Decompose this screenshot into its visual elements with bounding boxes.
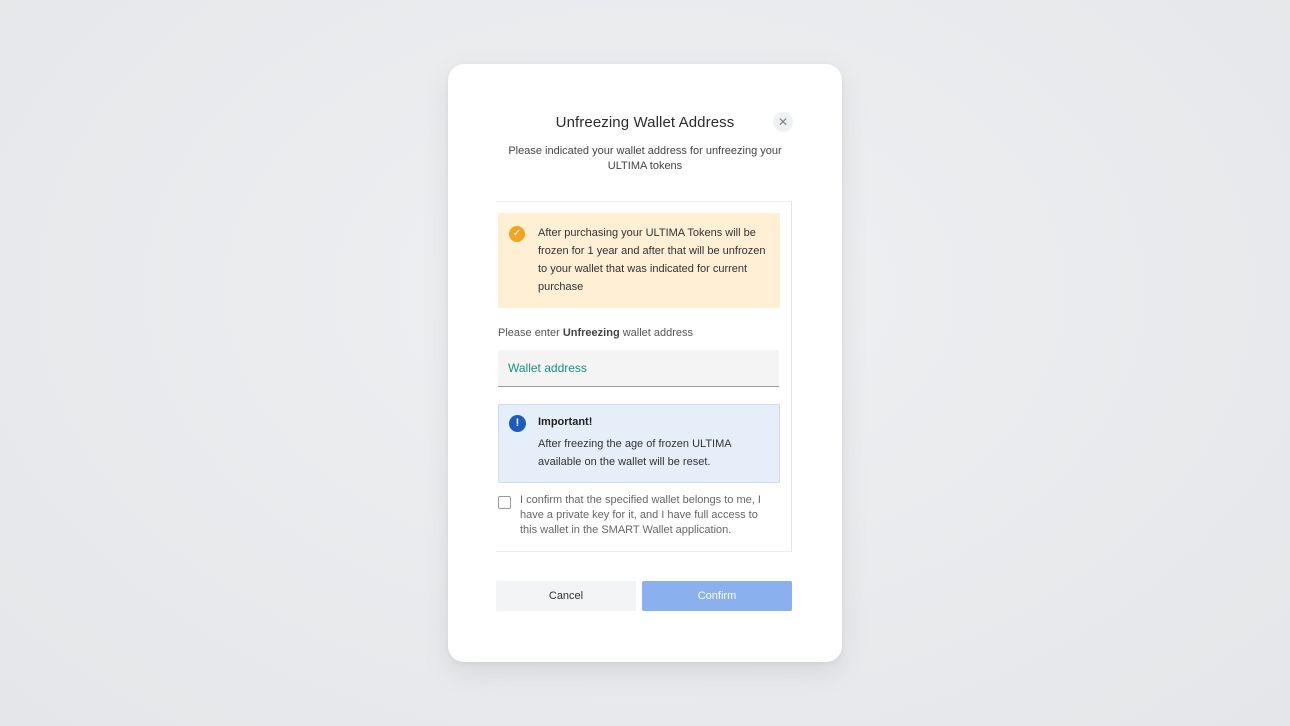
dialog-scroll-area[interactable]: ✓ After purchasing your ULTIMA Tokens wi…	[496, 201, 792, 552]
warning-banner: ✓ After purchasing your ULTIMA Tokens wi…	[498, 213, 780, 308]
check-circle-icon: ✓	[509, 226, 525, 242]
label-prefix: Please enter	[498, 327, 560, 339]
label-suffix: wallet address	[622, 327, 694, 339]
dialog-subtitle: Please indicated your wallet address for…	[508, 145, 782, 172]
important-title: Important!	[538, 416, 593, 428]
wallet-address-input[interactable]	[498, 350, 779, 386]
close-icon[interactable]: ✕	[773, 112, 793, 132]
warning-text: After purchasing your ULTIMA Tokens will…	[538, 227, 766, 293]
confirm-button[interactable]: Confirm	[642, 581, 792, 611]
exclamation-circle-icon: !	[509, 415, 526, 432]
label-bold: Unfreezing	[562, 327, 620, 339]
unfreeze-dialog: Unfreezing Wallet Address ✕ Please indic…	[448, 64, 842, 662]
wallet-address-field	[498, 350, 779, 387]
confirm-checkbox[interactable]	[498, 496, 511, 509]
confirm-checkbox-label[interactable]: I confirm that the specified wallet belo…	[520, 493, 770, 538]
important-text: After freezing the age of frozen ULTIMA …	[538, 438, 732, 468]
wallet-field-label: Please enter Unfreezing wallet address	[498, 327, 693, 339]
cancel-button[interactable]: Cancel	[496, 581, 636, 611]
important-notice: ! Important! After freezing the age of f…	[498, 404, 780, 483]
